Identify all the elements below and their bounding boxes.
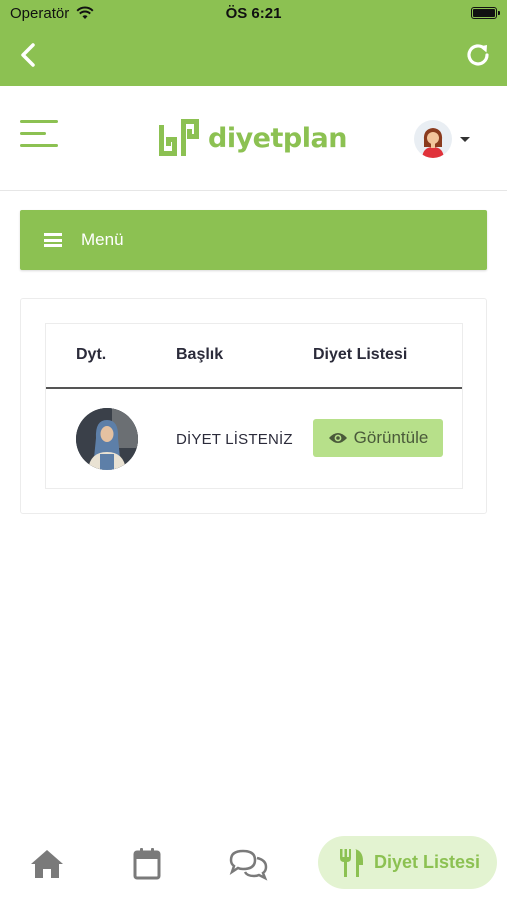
diet-list-table: Dyt. Başlık Diyet Listesi DİYET LİSTENİZ xyxy=(45,323,463,489)
logo-text: diyetplan xyxy=(208,122,347,154)
home-icon xyxy=(31,850,63,878)
column-header-dietitian: Dyt. xyxy=(76,346,107,363)
battery-icon xyxy=(471,7,500,19)
tab-home[interactable] xyxy=(27,846,67,882)
menu-icon xyxy=(44,233,62,247)
chevron-left-icon[interactable] xyxy=(14,40,44,70)
top-app-bar: Operatör ÖS 6:21 xyxy=(0,0,507,86)
tab-messages[interactable] xyxy=(228,846,268,882)
clock: ÖS 6:21 xyxy=(225,5,282,22)
logo-mark-icon xyxy=(159,119,199,156)
tab-calendar[interactable] xyxy=(127,846,167,882)
caret-down-icon[interactable] xyxy=(460,136,470,142)
page-header: diyetplan xyxy=(0,86,507,191)
diet-list-card: Dyt. Başlık Diyet Listesi DİYET LİSTENİZ xyxy=(20,298,487,514)
user-menu[interactable] xyxy=(414,119,470,159)
diet-list-title: DİYET LİSTENİZ xyxy=(176,431,293,448)
chat-icon xyxy=(229,849,268,881)
menu-label: Menü xyxy=(81,230,124,249)
tab-diet-list-label: Diyet Listesi xyxy=(374,852,481,872)
eye-icon xyxy=(328,433,347,443)
bottom-tab-bar: Diyet Listesi xyxy=(0,826,507,900)
dietitian-avatar xyxy=(76,408,138,470)
refresh-icon[interactable] xyxy=(463,40,493,70)
brand-logo: diyetplan xyxy=(158,116,347,160)
view-button-label: Görüntüle xyxy=(353,428,429,447)
table-row: DİYET LİSTENİZ Görüntüle xyxy=(46,389,462,488)
column-header-title: Başlık xyxy=(176,346,224,363)
hamburger-icon[interactable] xyxy=(20,120,58,150)
status-bar: Operatör ÖS 6:21 xyxy=(0,0,507,28)
menu-toggle-bar[interactable]: Menü xyxy=(20,210,487,270)
view-button[interactable]: Görüntüle xyxy=(313,419,443,457)
calendar-icon xyxy=(133,848,161,880)
user-avatar-icon[interactable] xyxy=(414,120,452,158)
utensils-icon xyxy=(340,848,363,877)
column-header-diet-list: Diyet Listesi xyxy=(313,346,408,363)
tab-diet-list[interactable]: Diyet Listesi xyxy=(318,836,497,889)
table-header: Dyt. Başlık Diyet Listesi xyxy=(46,324,462,389)
